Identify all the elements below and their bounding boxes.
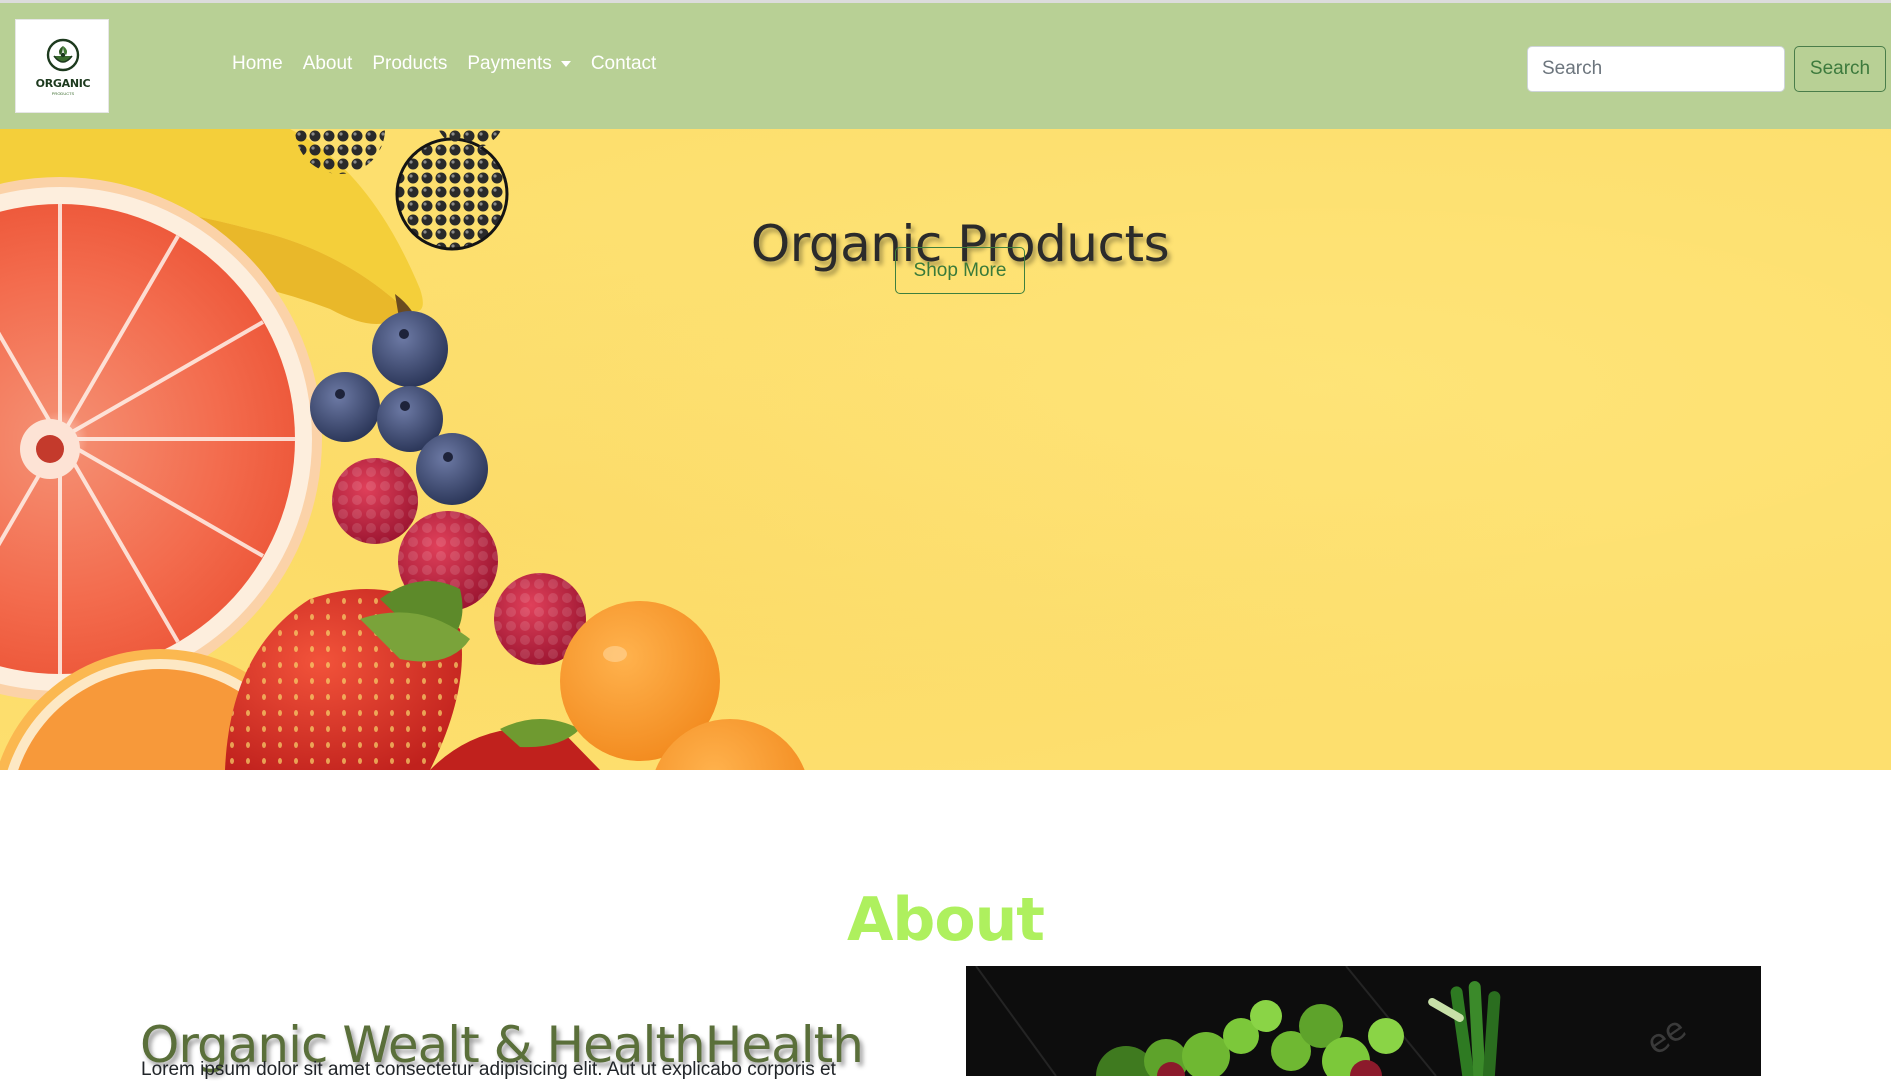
search-input[interactable] bbox=[1527, 46, 1785, 92]
logo-subtext: PRODUCTS bbox=[51, 91, 75, 96]
nav-link-contact[interactable]: Contact bbox=[581, 53, 666, 75]
brand-logo[interactable]: ORGANIC PRODUCTS bbox=[15, 19, 109, 113]
nav-link-home[interactable]: Home bbox=[222, 53, 293, 75]
about-paragraph: Lorem ipsum dolor sit amet consectetur a… bbox=[141, 1059, 836, 1080]
search-button[interactable]: Search bbox=[1794, 46, 1886, 92]
logo-text: ORGANIC bbox=[35, 77, 91, 90]
leaf-logo-icon bbox=[46, 38, 80, 72]
nav-menu: Home About Products Payments Contact bbox=[222, 53, 666, 75]
vegetables-image: ee bbox=[966, 966, 1761, 1076]
about-heading: About bbox=[846, 884, 1045, 955]
nav-link-payments[interactable]: Payments bbox=[457, 53, 580, 75]
vegetables-illustration: ee bbox=[966, 966, 1761, 1076]
caret-down-icon bbox=[560, 61, 571, 67]
shop-more-button[interactable]: Shop More bbox=[895, 247, 1025, 294]
hero-banner: Organic Products Shop More bbox=[0, 129, 1891, 770]
navbar: ORGANIC PRODUCTS Home About Products Pay… bbox=[0, 3, 1891, 129]
nav-link-products[interactable]: Products bbox=[362, 53, 457, 75]
nav-link-about[interactable]: About bbox=[293, 53, 363, 75]
nav-link-payments-label: Payments bbox=[467, 53, 552, 74]
